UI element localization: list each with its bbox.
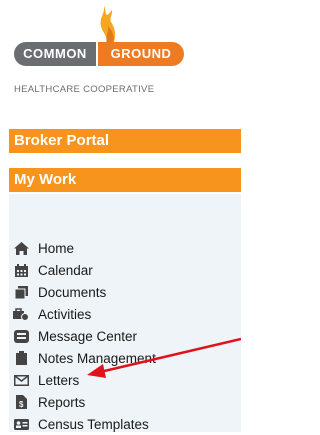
my-work-menu: Home Calendar Documents Activities Messa…: [9, 194, 241, 432]
menu-item-notes-management[interactable]: Notes Management: [9, 347, 156, 369]
menu-item-label: Message Center: [38, 328, 138, 344]
menu-item-label: Calendar: [38, 262, 93, 278]
menu-item-label: Home: [38, 240, 75, 256]
menu-item-calendar[interactable]: Calendar: [9, 259, 93, 281]
menu-item-activities[interactable]: Activities: [9, 303, 91, 325]
menu-item-label: Documents: [38, 284, 107, 300]
home-icon: [13, 241, 29, 255]
menu-item-label: Census Templates: [38, 416, 149, 432]
menu-item-label: Notes Management: [38, 350, 156, 366]
common-ground-logo: COMMON GROUND HEALTHCARE COOPERATIVE: [14, 6, 204, 96]
message-icon: [13, 329, 29, 343]
documents-icon: [13, 285, 29, 299]
menu-item-message-center[interactable]: Message Center: [9, 325, 137, 347]
menu-item-label: Activities: [38, 306, 92, 322]
broker-portal-header: Broker Portal: [9, 129, 241, 153]
calendar-icon: [13, 263, 29, 277]
menu-item-label: Letters: [38, 372, 80, 388]
menu-item-documents[interactable]: Documents: [9, 281, 106, 303]
my-work-header: My Work: [9, 168, 241, 192]
svg-text:$: $: [19, 400, 24, 409]
flame-icon: [100, 6, 116, 44]
id-card-icon: [13, 417, 29, 431]
menu-item-label: Reports: [38, 394, 86, 410]
menu-item-home[interactable]: Home: [9, 237, 74, 259]
logo-right-text: GROUND: [98, 42, 184, 66]
logo-left-text: COMMON: [14, 42, 96, 66]
report-icon: $: [13, 395, 29, 409]
envelope-icon: [13, 373, 29, 387]
clipboard-icon: [13, 351, 29, 365]
menu-item-reports[interactable]: $ Reports: [9, 391, 85, 413]
activities-icon: [13, 307, 29, 321]
menu-item-letters[interactable]: Letters: [9, 369, 79, 391]
logo-wordmark: COMMON GROUND: [14, 42, 184, 66]
logo-tagline: HEALTHCARE COOPERATIVE: [14, 84, 155, 95]
